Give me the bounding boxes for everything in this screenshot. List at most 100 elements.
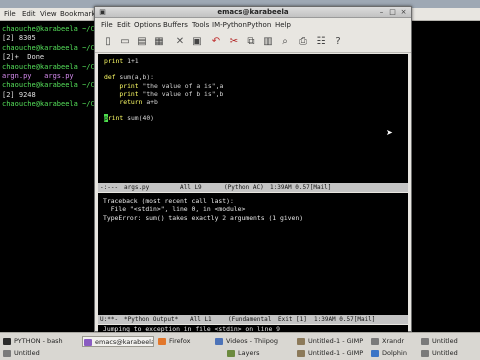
taskbar-item[interactable]: Untitled-1 - GIMP [296,336,368,347]
taskbar-item-label: Layers [238,349,260,357]
window-title: emacs@karabeela [217,8,289,16]
terminal-line: chaouche@karabeela ~/C [2,44,97,53]
terminal-menu-edit[interactable]: Edit [22,10,36,19]
taskbar-item[interactable]: Untitled [2,348,80,359]
code-text: a+b [142,97,158,106]
mouse-pointer-icon: ➤ [386,128,393,137]
code-line[interactable] [104,106,223,114]
minimize-icon[interactable]: – [377,8,386,16]
print-icon[interactable]: ⎙ [296,35,310,49]
menu-im-python[interactable]: IM-Python [212,21,247,30]
emacs-titlebar[interactable]: ▣ emacs@karabeela – □ × [95,7,411,18]
terminal-line: [2] 9248 [2,90,36,99]
terminal-line: chaouche@karabeela ~/C [2,100,97,109]
taskbar-item[interactable]: emacs@karabeela [82,336,154,347]
open-file-icon[interactable]: ▤ [135,35,149,49]
app-icon [297,338,305,345]
open-folder-icon[interactable]: ▭ [118,35,132,49]
code-line[interactable]: print 1+1 [104,57,223,65]
paste-icon[interactable]: ▥ [261,35,275,49]
menu-buffers[interactable]: Buffers [163,21,188,30]
close-window-icon[interactable]: × [399,8,408,16]
copy-icon[interactable]: ⧉ [244,35,258,49]
taskbar-item-label: Untitled-1 - GIMP [308,337,364,345]
prompt-user: chaouche@karabeela ~/C [2,62,95,71]
taskbar-item-label: Untitled-1 - GIMP [308,349,364,357]
taskbar-item-label: Untitled [432,349,458,357]
menu-help[interactable]: Help [275,21,291,30]
app-icon [421,338,429,345]
code-line[interactable]: print sum(40) [104,114,223,123]
search-icon[interactable]: ⌕ [278,35,292,49]
maximize-icon[interactable]: □ [388,8,397,16]
menu-python[interactable]: Python [247,21,271,30]
terminal-menu-file[interactable]: File [4,10,16,19]
menu-options[interactable]: Options [134,21,161,30]
output-modeline[interactable]: U:**- *Python Output* All L1 (Fundamenta… [98,315,408,324]
code-text: sum(a,b): [115,73,155,82]
taskbar-item-label: emacs@karabeela [95,338,154,346]
taskbar-item[interactable]: Untitled [420,336,478,347]
modeline-mode[interactable]: (Python AC) [224,183,264,192]
menu-tools[interactable]: Tools [192,21,209,30]
modeline-mode[interactable]: (Fundamental [228,315,271,324]
help-icon[interactable]: ? [331,35,345,49]
code-line[interactable]: print "the value of b is",b [104,90,223,98]
taskbar: PYTHON - bash emacs@karabeela Firefox Video… [0,332,480,360]
prompt-user: chaouche@karabeela ~/C [2,25,95,33]
code-text: "the value of a is",a [138,81,224,90]
app-icon [215,338,223,345]
source-code[interactable]: print 1+1 def sum(a,b): print "the value… [104,57,223,123]
prompt-user: chaouche@karabeela ~/C [2,81,95,90]
taskbar-item[interactable]: Firefox [157,336,211,347]
emacs-window[interactable]: ▣ emacs@karabeela – □ × File Edit Option… [94,6,412,333]
taskbar-item[interactable]: Dolphin [370,348,418,359]
prompt-user: chaouche@karabeela ~/C [2,100,95,109]
modeline-buffer-name[interactable]: args.py [124,183,149,192]
code-line[interactable]: return a+b [104,98,223,106]
save-as-icon[interactable]: ▣ [190,35,204,49]
code-keyword: def [104,73,116,82]
undo-icon[interactable]: ↶ [209,35,223,49]
code-text: "the value of b is",b [138,89,224,98]
taskbar-item[interactable]: Untitled [420,348,478,359]
preferences-icon[interactable]: ☷ [314,35,328,49]
taskbar-item-label: Untitled [14,349,40,357]
modeline-position: All L9 [180,184,202,191]
new-file-icon[interactable]: ▯ [101,35,115,49]
menu-edit[interactable]: Edit [117,21,131,30]
terminal-output[interactable]: chaouche@karabeela ~/C [2] 8305 chaouche@k… [2,25,97,110]
close-icon[interactable]: ✕ [173,35,187,49]
code-text: 1+1 [123,57,139,65]
app-icon [371,350,379,357]
code-line[interactable] [104,65,223,73]
code-line[interactable]: def sum(a,b): [104,73,223,81]
traceback-text[interactable]: Traceback (most recent call last): File … [103,197,303,222]
menu-file[interactable]: File [101,21,113,30]
save-icon[interactable]: ▦ [152,35,166,49]
terminal-line: [2] 8305 [2,34,36,43]
taskbar-item[interactable]: Layers [226,348,296,359]
editor-modeline[interactable]: -:--- args.py All L9 (Python AC) 1:39AM … [98,183,408,192]
code-line[interactable]: print "the value of a is",a [104,82,223,90]
code-editor[interactable]: print 1+1 def sum(a,b): print "the value… [98,54,408,183]
modeline-position: All L1 [190,316,212,323]
terminal-menu-view[interactable]: View [40,10,57,19]
taskbar-item-label: Firefox [169,337,191,345]
taskbar-item[interactable]: Untitled-1 - GIMP [296,348,368,359]
modeline-time: 1:39AM 0.57[Mail] [270,184,332,191]
taskbar-item-label: PYTHON - bash [14,337,63,345]
python-output-pane[interactable]: Traceback (most recent call last): File … [98,193,408,315]
emacs-toolbar: ▯ ▭ ▤ ▦ ✕ ▣ ↶ ✂ ⧉ ▥ ⌕ ⎙ ☷ ? [95,32,411,53]
taskbar-item[interactable]: PYTHON - bash [2,336,80,347]
taskbar-item[interactable]: Videos - Thiipog [214,336,294,347]
terminal-line: chaouche@karabeela ~/C [2,81,97,90]
cut-icon[interactable]: ✂ [227,35,241,49]
taskbar-item[interactable]: Xrandr [370,336,418,347]
modeline-buffer-name[interactable]: *Python Output* [124,315,178,324]
emacs-menubar: File Edit Options Buffers Tools IM-Pytho… [95,19,411,31]
code-text: sum(40) [123,114,155,123]
taskbar-item-label: Untitled [432,337,458,345]
app-icon [421,350,429,357]
output-line: File "<stdin>", line 0, in <module> [103,205,246,214]
